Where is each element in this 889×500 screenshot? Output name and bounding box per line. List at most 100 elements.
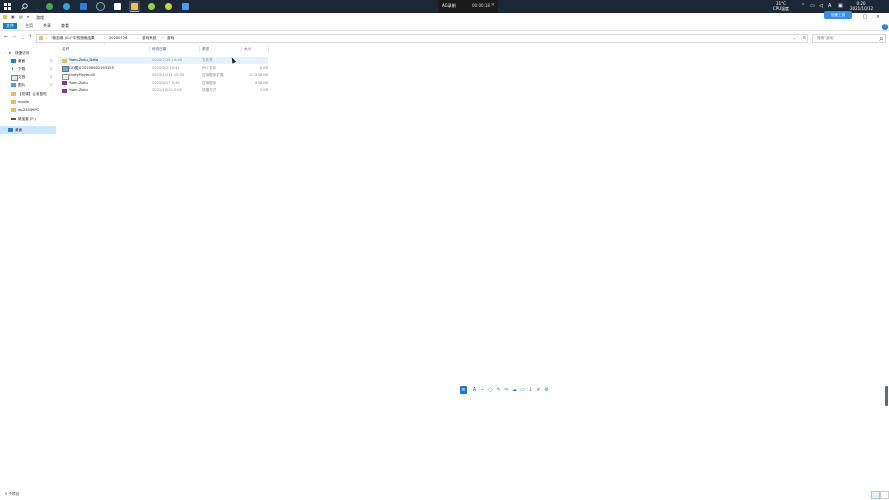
float-tool-button[interactable]: 加速工具	[824, 11, 852, 19]
file-name: Yuen-Zoku_Data	[69, 58, 99, 62]
table-row[interactable]: Yuen-Zoku 2020/6/17 9:34 应用程序 636 KB	[58, 80, 268, 87]
column-header-type[interactable]: 类型	[202, 45, 209, 53]
chevron-down-icon[interactable]: ⌄	[793, 36, 796, 40]
breadcrumb-games-system[interactable]: 游戏系统	[142, 36, 156, 41]
close-button[interactable]: ×	[873, 13, 883, 21]
nav-downloads[interactable]: ⬇ 下载 ⚲	[0, 65, 56, 73]
circle-tool-icon[interactable]: ○	[487, 386, 494, 394]
search-taskbar-button[interactable]	[19, 1, 30, 12]
gear-icon[interactable]: ⚙	[543, 386, 550, 394]
nav-pictures[interactable]: 图片 ⚲	[0, 81, 56, 89]
nav-desktop-root[interactable]: › 桌面	[0, 126, 56, 134]
details-view-button[interactable]	[871, 491, 880, 499]
screen-tool-icon[interactable]: ▭	[519, 386, 526, 394]
text-tool-icon[interactable]: A	[471, 386, 478, 394]
properties-icon[interactable]: ▣	[11, 14, 15, 19]
tab-view[interactable]: 查看	[58, 23, 72, 29]
breadcrumb-20200726[interactable]: 20200726	[109, 36, 127, 40]
column-separator[interactable]	[268, 46, 269, 52]
table-row[interactable]: QQ图片20200602193155 2020/6/2 19:31 JPG 文件…	[58, 65, 268, 72]
column-separator[interactable]	[149, 46, 150, 52]
column-separator[interactable]	[199, 46, 200, 52]
folder-icon	[62, 58, 67, 63]
up-arrow-icon[interactable]: ↑	[28, 34, 32, 40]
scrollbar-thumb[interactable]	[885, 386, 888, 406]
file-type: 文件夹	[202, 58, 213, 62]
network-icon[interactable]: ▭	[810, 3, 815, 9]
taskbar-app-7[interactable]	[146, 1, 157, 12]
back-arrow-icon[interactable]: ←	[4, 34, 8, 40]
nav-documents[interactable]: 文档 ⚲	[0, 73, 56, 81]
nav-folder-wc[interactable]: wc25439PC	[0, 106, 56, 114]
file-name: Yuen-Zoku	[69, 80, 88, 85]
taskbar-app-4[interactable]	[95, 1, 106, 12]
new-folder-icon[interactable]: ▤	[19, 14, 23, 19]
taskbar-app-3[interactable]	[78, 1, 89, 12]
pointer-tool-icon[interactable]: ≡	[460, 386, 467, 394]
search-input[interactable]: 搜索"游戏"	[812, 34, 886, 43]
file-date: 2019/12/11 10:03	[152, 73, 185, 77]
nav-folder-movie[interactable]: movie	[0, 98, 56, 106]
breadcrumb-games[interactable]: 游戏	[167, 36, 174, 41]
notification-icon[interactable]: ▣	[838, 3, 843, 9]
wave-tool-icon[interactable]: ∼	[479, 386, 486, 394]
chevron-down-icon[interactable]: ⌄	[21, 35, 24, 40]
lang-indicator[interactable]: A	[828, 3, 831, 9]
download-tool-icon[interactable]: ↓	[527, 386, 534, 394]
refresh-icon[interactable]: ↻	[803, 35, 806, 40]
check-icon[interactable]: ✔	[535, 386, 542, 394]
column-header-name[interactable]: 名称	[62, 45, 69, 53]
nav-drive-f[interactable]: 新加卷 (F:)	[0, 115, 56, 123]
table-row[interactable]: Yuen-Zoku 2021/10/12 0:05 快捷方式 2 KB	[58, 87, 268, 94]
folder-icon	[11, 100, 16, 104]
pen-tool-icon[interactable]: ✎	[495, 386, 502, 394]
column-header-size[interactable]: 大小	[244, 45, 251, 53]
breadcrumb-search[interactable]: "新加卷 (G:)"中的搜索结果	[51, 36, 95, 41]
file-size: 21,836 KB	[249, 73, 268, 77]
chevron-right-icon[interactable]: ›	[4, 127, 5, 131]
recorder-close-button[interactable]: ×	[491, 2, 495, 8]
address-bar[interactable]: › "新加卷 (G:)"中的搜索结果 › 20200726 › 游戏系统 › 游…	[36, 34, 808, 43]
tab-share[interactable]: 共享	[40, 23, 54, 29]
taskbar-app-9[interactable]	[180, 1, 191, 12]
chevron-down-icon[interactable]: ▾	[27, 14, 29, 19]
tab-home[interactable]: 主页	[22, 23, 36, 29]
file-size: 2 KB	[259, 88, 268, 92]
nav-folder-lesson[interactable]: 【初课】让老鼠吃	[0, 90, 56, 98]
column-separator[interactable]	[241, 46, 242, 52]
file-type: 应用程序	[202, 80, 217, 85]
chevron-up-icon[interactable]: ⌃	[801, 3, 805, 9]
weather-widget[interactable]: 31°C CPU温度	[770, 1, 792, 11]
taskbar-app-5[interactable]	[112, 1, 123, 12]
table-row[interactable]: UnityPlayer.dll 2019/12/11 10:03 应用程序扩展 …	[58, 72, 268, 80]
nav-desktop[interactable]: 桌面 ⚲	[0, 57, 56, 65]
taskbar-app-8[interactable]	[163, 1, 174, 12]
taskbar-app-2[interactable]	[61, 1, 72, 12]
nav-label: 桌面	[15, 127, 23, 132]
recorder-title: AG录制	[442, 3, 456, 8]
tab-file[interactable]: 文件	[3, 23, 17, 29]
maximize-button[interactable]: ▢	[860, 13, 870, 21]
help-icon[interactable]: ?	[882, 24, 888, 30]
start-button[interactable]	[2, 1, 13, 12]
taskbar-app-1[interactable]	[44, 1, 55, 12]
file-type: JPG 文件	[202, 65, 217, 70]
pin-icon: ⚲	[50, 74, 53, 79]
file-name: UnityPlayer.dll	[69, 73, 95, 77]
forward-arrow-icon[interactable]: →	[12, 34, 16, 40]
large-icons-view-button[interactable]	[880, 491, 889, 499]
clock[interactable]: 0:20 2021/10/12	[850, 1, 873, 11]
app-green-icon	[46, 3, 53, 10]
cloud-icon[interactable]: ☁	[511, 386, 518, 394]
desktop-icon	[8, 128, 13, 132]
table-row[interactable]: Yuen-Zoku_Data 2020/7/25 19:58 文件夹	[58, 57, 268, 64]
pin-icon: ⚲	[50, 58, 53, 63]
scissors-icon[interactable]: ✂	[503, 386, 510, 394]
nav-label: movie	[18, 99, 30, 104]
column-header-date[interactable]: 修改日期	[152, 45, 166, 53]
taskbar-explorer[interactable]	[129, 1, 140, 12]
volume-icon[interactable]: ◁	[819, 3, 823, 9]
app-exe-icon	[62, 81, 67, 85]
chevron-down-icon[interactable]: ⌄	[4, 50, 7, 54]
nav-quick-access[interactable]: ⌄ ★ 快速访问	[0, 49, 56, 57]
